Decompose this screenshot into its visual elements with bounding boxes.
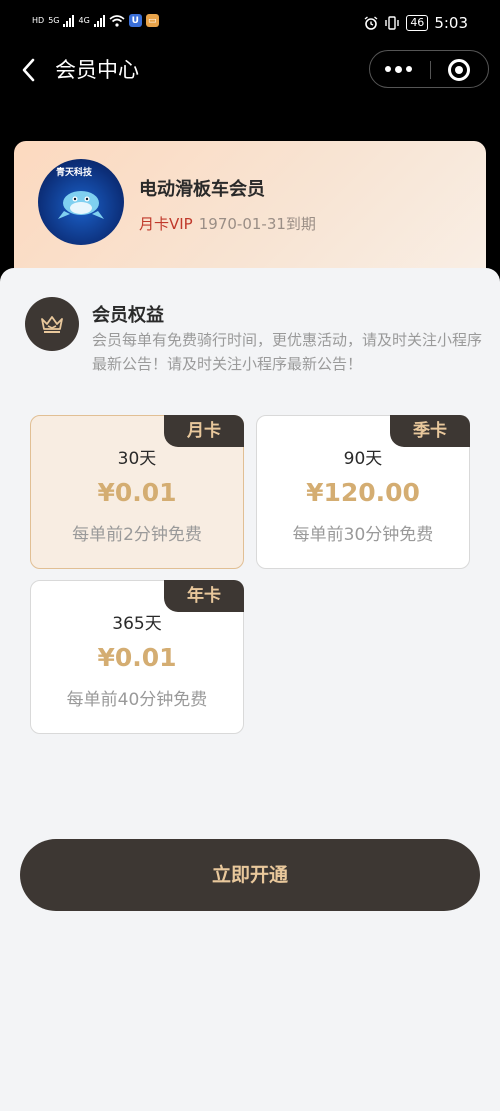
status-left: HD 5G 4G U ▭: [32, 14, 159, 27]
avatar-brand: 青天科技: [56, 168, 93, 178]
plan-days: 90天: [343, 449, 383, 469]
plan-badge: 季卡: [390, 415, 470, 447]
vip-type: 月卡VIP: [139, 215, 193, 233]
plan-note: 每单前30分钟免费: [292, 525, 434, 545]
more-menu-icon[interactable]: [385, 65, 412, 73]
plan-price: ¥0.01: [97, 643, 177, 672]
back-arrow-icon[interactable]: [18, 56, 40, 84]
5g-tag: 5G: [48, 16, 60, 25]
crown-badge: [25, 297, 79, 351]
app-notification-icon-2: ▭: [145, 14, 159, 27]
mini-program-capsule: [369, 50, 489, 88]
status-bar: HD 5G 4G U ▭ 46 5:03: [0, 0, 500, 48]
capsule-divider: [430, 61, 431, 79]
nav-bar: 会员中心: [0, 48, 500, 92]
expire-date: 1970-01-31到期: [198, 215, 316, 233]
plan-price: ¥0.01: [97, 478, 177, 507]
avatar: 青天科技: [38, 159, 124, 245]
main-panel: 会员权益 会员每单有免费骑行时间，更优惠活动，请及时关注小程序最新公告！请及时关…: [0, 268, 500, 1111]
crown-icon: [41, 316, 63, 333]
plan-card-quarterly[interactable]: 季卡 90天 ¥120.00 每单前30分钟免费: [256, 415, 470, 569]
wifi-icon: [109, 14, 125, 27]
vibrate-icon: [385, 16, 400, 30]
app-notification-icon: U: [128, 14, 142, 27]
plan-card-yearly[interactable]: 年卡 365天 ¥0.01 每单前40分钟免费: [30, 580, 244, 734]
plan-price: ¥120.00: [306, 478, 420, 507]
plan-days: 365天: [112, 614, 162, 634]
plan-card-monthly[interactable]: 月卡 30天 ¥0.01 每单前2分钟免费: [30, 415, 244, 569]
4g-tag: 4G: [78, 16, 90, 25]
plan-note: 每单前2分钟免费: [72, 525, 202, 545]
benefits-description: 会员每单有免费骑行时间，更优惠活动，请及时关注小程序最新公告！请及时关注小程序最…: [92, 331, 483, 373]
dolphin-mascot-icon: [58, 191, 104, 219]
status-right: 46 5:03: [364, 14, 468, 32]
plan-badge: 月卡: [164, 415, 244, 447]
close-target-icon[interactable]: [448, 59, 470, 81]
plan-badge: 年卡: [164, 580, 244, 612]
page-title: 会员中心: [55, 58, 139, 82]
plan-note: 每单前40分钟免费: [66, 690, 208, 710]
membership-status: 月卡VIP 1970-01-31到期: [139, 213, 316, 234]
open-membership-button[interactable]: 立即开通: [20, 839, 480, 911]
signal-icon: [63, 14, 75, 27]
plan-days: 30天: [117, 449, 157, 469]
membership-title: 电动滑板车会员: [139, 179, 265, 200]
battery-icon: 46: [406, 15, 429, 31]
signal-icon-2: [93, 14, 105, 27]
benefits-title: 会员权益: [92, 305, 164, 326]
alarm-icon: [364, 16, 378, 30]
hd-tag: HD: [32, 16, 45, 25]
clock: 5:03: [434, 14, 468, 32]
